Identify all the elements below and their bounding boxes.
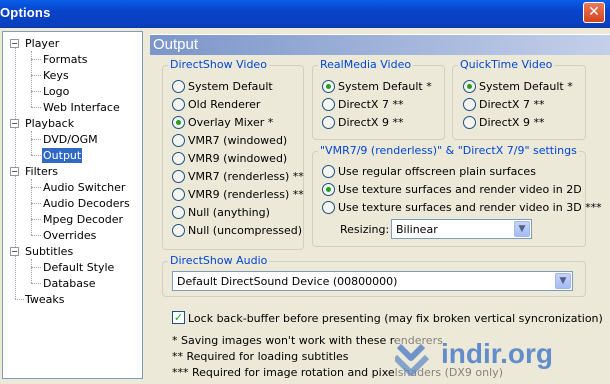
collapse-icon[interactable]: −	[10, 167, 19, 176]
tree-item-overrides[interactable]: Overrides	[43, 228, 96, 243]
radio-button-icon[interactable]	[172, 188, 185, 201]
tree-item-dvd-ogm[interactable]: DVD/OGM	[43, 132, 98, 147]
radio-button-icon[interactable]	[172, 170, 185, 183]
note-subtitles: ** Required for loading subtitles	[172, 350, 349, 363]
realmedia-video-option-label[interactable]: DirectX 9 **	[338, 116, 403, 129]
window-title: Options	[0, 5, 51, 20]
tree-connector	[31, 75, 41, 76]
radio-button-icon[interactable]	[322, 116, 335, 129]
dropdown-arrow-icon[interactable]: ▼	[514, 221, 530, 237]
lock-backbuffer-checkbox[interactable]: ✓	[172, 311, 185, 324]
tree-connector	[31, 107, 41, 108]
tree-item-web-interface[interactable]: Web Interface	[43, 100, 120, 115]
tree-item-filters[interactable]: Filters	[25, 164, 58, 179]
vmr-settings-label: "VMR7/9 (renderless)" & "DirectX 7/9" se…	[318, 144, 579, 157]
tree-connector	[31, 235, 41, 236]
lock-backbuffer-label: Lock back-buffer before presenting (may …	[188, 312, 603, 325]
tree-item-formats[interactable]: Formats	[43, 52, 88, 67]
audio-device-value: Default DirectSound Device (00800000)	[177, 275, 398, 288]
radio-button-icon[interactable]	[172, 224, 185, 237]
tree-item-logo[interactable]: Logo	[43, 84, 69, 99]
quicktime-video-option-label[interactable]: DirectX 7 **	[479, 98, 544, 111]
resizing-value: Bilinear	[396, 223, 438, 236]
audio-device-select[interactable]: Default DirectSound Device (00800000) ▼	[172, 271, 573, 291]
directshow-video-option-label[interactable]: Overlay Mixer *	[188, 116, 273, 129]
radio-button-icon[interactable]	[172, 98, 185, 111]
tree-connector	[31, 259, 32, 283]
tree-item-audio-decoders[interactable]: Audio Decoders	[43, 196, 130, 211]
radio-button-icon[interactable]	[172, 116, 185, 129]
tree-connector	[15, 299, 24, 300]
tree-item-database[interactable]: Database	[43, 276, 96, 291]
resizing-label: Resizing:	[340, 223, 390, 236]
directshow-video-option-label[interactable]: Old Renderer	[188, 98, 260, 111]
quicktime-video-option-label[interactable]: System Default *	[479, 80, 573, 93]
watermark-text: indir.org	[441, 338, 553, 369]
tree-item-keys[interactable]: Keys	[43, 68, 69, 83]
radio-button-icon[interactable]	[172, 134, 185, 147]
directshow-video-option-label[interactable]: VMR7 (windowed)	[188, 134, 287, 147]
collapse-icon[interactable]: −	[10, 247, 19, 256]
quicktime-video-label: QuickTime Video	[458, 58, 555, 71]
tree-item-default-style[interactable]: Default Style	[43, 260, 114, 275]
directshow-video-label: DirectShow Video	[168, 58, 269, 71]
quicktime-video-option-label[interactable]: DirectX 9 **	[479, 116, 544, 129]
radio-button-icon[interactable]	[322, 80, 335, 93]
close-button[interactable]: ✕	[583, 2, 605, 23]
tree-item-tweaks[interactable]: Tweaks	[25, 292, 65, 307]
vmr-settings-option-label[interactable]: Use texture surfaces and render video in…	[338, 201, 602, 214]
radio-button-icon[interactable]	[322, 165, 335, 178]
tree-connector	[31, 155, 41, 156]
tree-item-output[interactable]: Output	[42, 148, 83, 163]
radio-button-icon[interactable]	[322, 98, 335, 111]
directshow-video-option-label[interactable]: VMR9 (renderless) **	[188, 188, 304, 201]
panel-title: Output	[153, 36, 199, 53]
realmedia-video-label: RealMedia Video	[318, 58, 414, 71]
realmedia-video-option-label[interactable]: System Default *	[338, 80, 432, 93]
tree-connector	[31, 59, 41, 60]
watermark: indir.org	[392, 332, 610, 381]
collapse-icon[interactable]: −	[10, 39, 19, 48]
dropdown-arrow-icon[interactable]: ▼	[555, 273, 571, 289]
tree-connector	[31, 91, 41, 92]
tree-item-playback[interactable]: Playback	[25, 116, 74, 131]
tree-item-mpeg-decoder[interactable]: Mpeg Decoder	[43, 212, 123, 227]
radio-button-icon[interactable]	[463, 98, 476, 111]
tree-item-subtitles[interactable]: Subtitles	[25, 244, 73, 259]
title-bar: Options ✕	[0, 0, 610, 28]
panel-header: Output	[150, 34, 610, 55]
directshow-video-option-label[interactable]: VMR7 (renderless) **	[188, 170, 304, 183]
tree-connector	[31, 131, 32, 155]
collapse-icon[interactable]: −	[10, 119, 19, 128]
radio-button-icon[interactable]	[322, 201, 335, 214]
realmedia-video-option-label[interactable]: DirectX 7 **	[338, 98, 403, 111]
tree-connector	[31, 187, 41, 188]
directshow-audio-label: DirectShow Audio	[168, 254, 270, 267]
tree-item-audio-switcher[interactable]: Audio Switcher	[43, 180, 125, 195]
tree-connector	[31, 219, 41, 220]
radio-button-icon[interactable]	[172, 152, 185, 165]
directshow-video-option-label[interactable]: VMR9 (windowed)	[188, 152, 287, 165]
close-icon: ✕	[588, 4, 600, 20]
radio-button-icon[interactable]	[172, 80, 185, 93]
directshow-video-option-label[interactable]: System Default	[188, 80, 273, 93]
radio-button-icon[interactable]	[172, 206, 185, 219]
tree-connector	[31, 267, 41, 268]
resizing-select[interactable]: Bilinear ▼	[391, 219, 532, 239]
directshow-video-option-label[interactable]: Null (uncompressed)	[188, 224, 302, 237]
tree-connector	[31, 283, 41, 284]
radio-button-icon[interactable]	[463, 116, 476, 129]
tree-connector	[31, 139, 41, 140]
tree-connector	[31, 203, 41, 204]
tree-item-player[interactable]: Player	[25, 36, 59, 51]
vmr-settings-option-label[interactable]: Use regular offscreen plain surfaces	[338, 165, 536, 178]
options-tree[interactable]: − Player Formats Keys Logo Web Interface…	[2, 31, 143, 379]
radio-button-icon[interactable]	[322, 183, 335, 196]
vmr-settings-option-label[interactable]: Use texture surfaces and render video in…	[338, 183, 582, 196]
directshow-video-option-label[interactable]: Null (anything)	[188, 206, 270, 219]
radio-button-icon[interactable]	[463, 80, 476, 93]
